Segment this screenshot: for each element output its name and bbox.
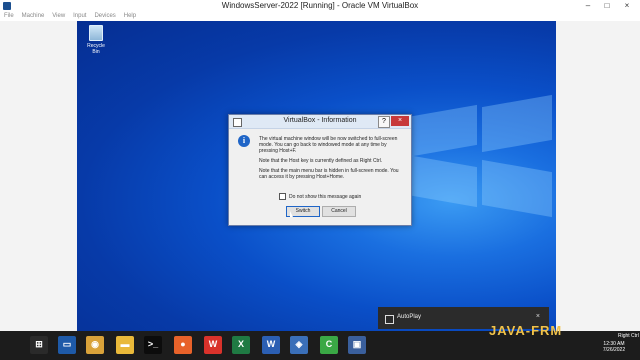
dialog-close-button[interactable]: × [391,116,409,126]
info-icon: i [238,135,250,147]
wps-icon[interactable]: W [204,336,222,354]
windows-logo-pane [482,159,552,218]
menu-bar: File Machine View Input Devices Help [0,12,640,21]
firefox-icon[interactable]: ● [174,336,192,354]
dont-show-again-checkbox[interactable]: Do not show this message again [279,193,361,200]
system-clock[interactable]: 12:30 AM 7/26/2022 [590,341,638,353]
virtualbox-icon[interactable]: ◈ [290,336,308,354]
vm-running-icon[interactable]: ▣ [348,336,366,354]
mouse-cursor-icon [290,211,293,217]
wps-icon-glyph: W [208,339,218,349]
menu-devices[interactable]: Devices [94,12,115,21]
maximize-button[interactable]: □ [600,0,614,12]
host-key-label: Right Ctrl [618,333,639,339]
dialog-message: The virtual machine window will be now s… [259,136,405,184]
message-paragraph-3: Note that the main menu bar is hidden in… [259,168,399,180]
message-paragraph-2: Note that the Host key is currently defi… [259,158,383,164]
word-icon[interactable]: W [262,336,280,354]
checkbox-label: Do not show this message again [289,193,362,200]
chrome-icon[interactable]: ◉ [86,336,104,354]
menu-view[interactable]: View [52,12,65,21]
autoplay-close-icon[interactable]: × [536,313,540,320]
server-manager-icon-glyph: ▭ [62,339,72,349]
virtualbox-icon-glyph: ◈ [295,339,303,349]
recycle-bin-shortcut[interactable]: Recycle Bin [83,25,109,55]
information-dialog: VirtualBox - Information ? × i The virtu… [228,114,412,226]
windows-logo-icon-glyph: ⊞ [35,339,43,349]
menu-file[interactable]: File [4,12,14,21]
window-titlebar: WindowsServer-2022 [Running] - Oracle VM… [0,0,640,12]
cancel-button[interactable]: Cancel [322,206,356,217]
window-title: WindowsServer-2022 [Running] - Oracle VM… [221,1,419,10]
excel-icon[interactable]: X [232,336,250,354]
windows-logo-pane [482,94,552,153]
chrome-icon-glyph: ◉ [91,339,99,349]
vm-running-icon-glyph: ▣ [352,339,362,349]
minimize-button[interactable]: – [581,0,595,12]
windows-logo-pane [407,104,477,158]
checkbox-box[interactable] [279,193,286,200]
message-paragraph-1: The virtual machine window will be now s… [259,136,398,154]
watermark-logo: JAVA-FRM [489,323,563,338]
menu-input[interactable]: Input [73,12,86,21]
windows-logo-icon[interactable]: ⊞ [30,336,48,354]
server-manager-icon[interactable]: ▭ [58,336,76,354]
recycle-bin-icon [89,25,103,41]
camtasia-icon-glyph: C [325,339,333,349]
windows-logo-pane [407,154,477,208]
menu-help[interactable]: Help [124,12,136,21]
host-background-left [0,21,77,331]
terminal-icon[interactable]: >_ [144,336,162,354]
dialog-titlebar: VirtualBox - Information ? × [229,115,411,129]
autoplay-icon [385,315,394,324]
autoplay-label: AutoPlay [397,314,422,320]
menu-machine[interactable]: Machine [22,12,45,21]
dialog-help-button[interactable]: ? [378,116,390,128]
camtasia-icon[interactable]: C [320,336,338,354]
firefox-icon-glyph: ● [180,339,186,349]
file-explorer-icon[interactable]: ▬ [116,336,134,354]
host-background-right [556,21,640,331]
recycle-bin-label: Recycle Bin [87,43,105,55]
word-icon-glyph: W [266,339,276,349]
close-button[interactable]: × [620,0,634,12]
file-explorer-icon-glyph: ▬ [120,339,130,349]
excel-icon-glyph: X [237,339,244,349]
clock-date: 7/26/2022 [602,347,626,353]
terminal-icon-glyph: >_ [147,339,159,349]
